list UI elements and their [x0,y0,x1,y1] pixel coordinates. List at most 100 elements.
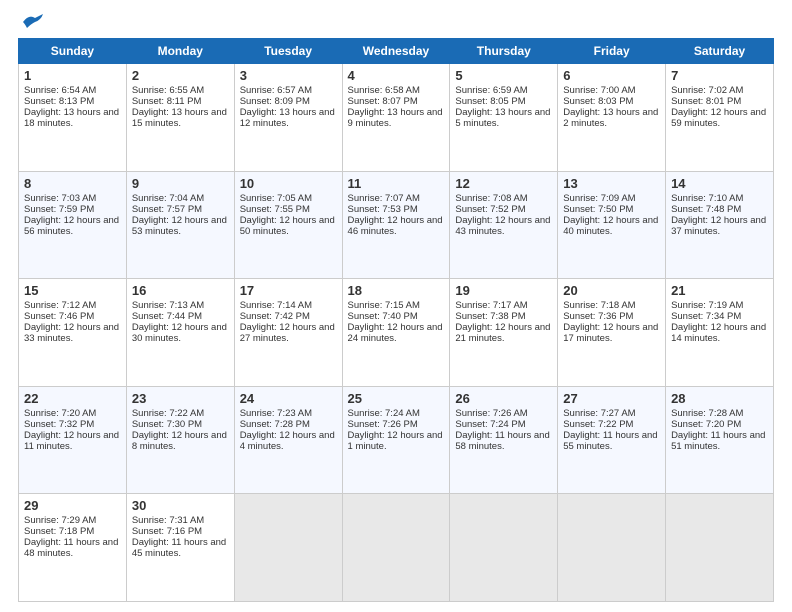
day-info: Daylight: 12 hours and 50 minutes. [240,215,337,237]
calendar-cell: 30Sunrise: 7:31 AMSunset: 7:16 PMDayligh… [126,494,234,602]
day-number: 4 [348,68,445,83]
day-info: Daylight: 12 hours and 53 minutes. [132,215,229,237]
day-number: 12 [455,176,552,191]
day-number: 2 [132,68,229,83]
calendar-row-4: 22Sunrise: 7:20 AMSunset: 7:32 PMDayligh… [19,386,774,494]
calendar-row-3: 15Sunrise: 7:12 AMSunset: 7:46 PMDayligh… [19,279,774,387]
calendar-cell: 11Sunrise: 7:07 AMSunset: 7:53 PMDayligh… [342,171,450,279]
calendar-cell: 17Sunrise: 7:14 AMSunset: 7:42 PMDayligh… [234,279,342,387]
day-info: Sunrise: 7:13 AM [132,300,229,311]
calendar-cell: 12Sunrise: 7:08 AMSunset: 7:52 PMDayligh… [450,171,558,279]
calendar-cell [666,494,774,602]
calendar-cell: 1Sunrise: 6:54 AMSunset: 8:13 PMDaylight… [19,64,127,172]
day-info: Sunrise: 6:59 AM [455,85,552,96]
day-info: Daylight: 12 hours and 27 minutes. [240,322,337,344]
day-info: Sunset: 7:32 PM [24,419,121,430]
day-info: Daylight: 13 hours and 9 minutes. [348,107,445,129]
day-number: 8 [24,176,121,191]
day-info: Sunset: 7:38 PM [455,311,552,322]
calendar-cell: 6 Sunrise: 7:00 AMSunset: 8:03 PMDaylight… [558,64,666,172]
day-number: 29 [24,498,121,513]
day-number: 25 [348,391,445,406]
day-number: 22 [24,391,121,406]
day-info: Sunset: 7:42 PM [240,311,337,322]
day-number: 7 [671,68,768,83]
page: SundayMondayTuesdayWednesdayThursdayFrid… [0,0,792,612]
day-number: 26 [455,391,552,406]
day-info: Sunset: 8:11 PM [132,96,229,107]
day-number: 20 [563,283,660,298]
day-number: 13 [563,176,660,191]
day-info: Sunset: 7:59 PM [24,204,121,215]
weekday-header-tuesday: Tuesday [234,39,342,64]
day-info: Sunset: 8:03 PM [563,96,660,107]
day-info: Daylight: 12 hours and 1 minute. [348,430,445,452]
day-number: 14 [671,176,768,191]
day-number: 23 [132,391,229,406]
calendar-cell: 21Sunrise: 7:19 AMSunset: 7:34 PMDayligh… [666,279,774,387]
day-info: Sunrise: 7:10 AM [671,193,768,204]
day-info: Sunset: 7:40 PM [348,311,445,322]
day-info: Sunrise: 7:14 AM [240,300,337,311]
weekday-header-saturday: Saturday [666,39,774,64]
day-info: Sunrise: 7:27 AM [563,408,660,419]
calendar-cell: 13 Sunrise: 7:09 AMSunset: 7:50 PMDayligh… [558,171,666,279]
day-info: Sunset: 8:05 PM [455,96,552,107]
day-info: Sunrise: 7:26 AM [455,408,552,419]
day-number: 27 [563,391,660,406]
calendar-cell: 29Sunrise: 7:29 AMSunset: 7:18 PMDayligh… [19,494,127,602]
day-info: Sunrise: 7:12 AM [24,300,121,311]
calendar-cell [558,494,666,602]
day-info: Sunset: 7:22 PM [563,419,660,430]
day-info: Sunrise: 7:03 AM [24,193,121,204]
day-info: Sunrise: 7:29 AM [24,515,121,526]
weekday-header-row: SundayMondayTuesdayWednesdayThursdayFrid… [19,39,774,64]
day-number: 28 [671,391,768,406]
day-info: Daylight: 12 hours and 8 minutes. [132,430,229,452]
calendar-cell: 23 Sunrise: 7:22 AMSunset: 7:30 PMDayligh… [126,386,234,494]
day-info: Sunset: 7:28 PM [240,419,337,430]
day-number: 6 [563,68,660,83]
calendar-row-5: 29Sunrise: 7:29 AMSunset: 7:18 PMDayligh… [19,494,774,602]
calendar-row-2: 8 Sunrise: 7:03 AMSunset: 7:59 PM Daylight… [19,171,774,279]
calendar-cell: 9Sunrise: 7:04 AMSunset: 7:57 PMDaylight… [126,171,234,279]
day-info: Sunrise: 7:09 AM [563,193,660,204]
calendar-cell: 7Sunrise: 7:02 AMSunset: 8:01 PMDaylight… [666,64,774,172]
day-info: Daylight: 12 hours and 24 minutes. [348,322,445,344]
day-info: Sunrise: 7:17 AM [455,300,552,311]
day-number: 30 [132,498,229,513]
day-info: Sunrise: 7:31 AM [132,515,229,526]
calendar-cell: 15Sunrise: 7:12 AMSunset: 7:46 PMDayligh… [19,279,127,387]
calendar-cell [234,494,342,602]
day-number: 10 [240,176,337,191]
day-info: Sunset: 7:30 PM [132,419,229,430]
day-info: Sunrise: 6:58 AM [348,85,445,96]
day-info: Sunrise: 7:00 AM [563,85,660,96]
day-info: Daylight: 13 hours and 12 minutes. [240,107,337,129]
day-info: Sunset: 7:20 PM [671,419,768,430]
day-info: Sunrise: 7:22 AM [132,408,229,419]
calendar-cell: 26Sunrise: 7:26 AMSunset: 7:24 PMDayligh… [450,386,558,494]
calendar-cell [450,494,558,602]
calendar-cell: 4Sunrise: 6:58 AMSunset: 8:07 PMDaylight… [342,64,450,172]
calendar-cell: 8Sunrise: 7:03 AMSunset: 7:59 PMDaylight… [19,171,127,279]
calendar-table: SundayMondayTuesdayWednesdayThursdayFrid… [18,38,774,602]
day-info: Sunset: 7:26 PM [348,419,445,430]
day-info: Daylight: 13 hours and 2 minutes. [563,107,660,129]
day-info: Sunset: 7:48 PM [671,204,768,215]
calendar-cell: 16Sunrise: 7:13 AMSunset: 7:44 PMDayligh… [126,279,234,387]
day-info: Daylight: 12 hours and 14 minutes. [671,322,768,344]
day-info: Daylight: 11 hours and 58 minutes. [455,430,552,452]
day-info: Daylight: 12 hours and 40 minutes. [563,215,660,237]
day-number: 16 [132,283,229,298]
calendar-row-1: 1Sunrise: 6:54 AMSunset: 8:13 PMDaylight… [19,64,774,172]
day-info: Sunrise: 7:15 AM [348,300,445,311]
day-info: Daylight: 11 hours and 55 minutes. [563,430,660,452]
day-info: Sunset: 7:50 PM [563,204,660,215]
day-info: Sunset: 7:57 PM [132,204,229,215]
day-info: Daylight: 12 hours and 33 minutes. [24,322,121,344]
day-info: Sunset: 7:46 PM [24,311,121,322]
day-info: Sunrise: 6:55 AM [132,85,229,96]
weekday-header-friday: Friday [558,39,666,64]
calendar-cell: 24Sunrise: 7:23 AMSunset: 7:28 PMDayligh… [234,386,342,494]
